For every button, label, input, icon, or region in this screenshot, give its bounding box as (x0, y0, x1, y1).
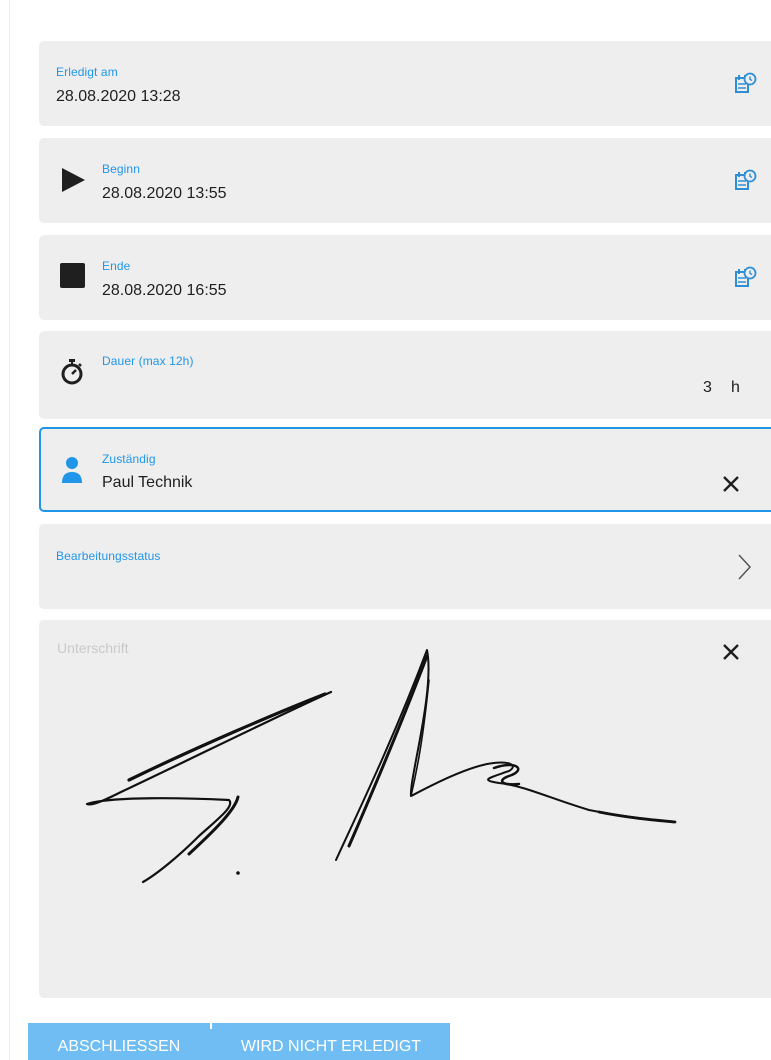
beginn-field[interactable]: Beginn 28.08.2020 13:55 (39, 138, 771, 223)
play-icon (61, 168, 85, 197)
beginn-label: Beginn (102, 162, 140, 176)
abschliessen-button[interactable]: ABSCHLIESSEN (28, 1023, 210, 1060)
bearbeitungsstatus-field[interactable]: Bearbeitungsstatus (39, 524, 771, 609)
zustaendig-value: Paul Technik (102, 474, 193, 491)
zustaendig-label: Zuständig (102, 452, 156, 466)
beginn-value: 28.08.2020 13:55 (102, 185, 227, 202)
wird-nicht-erledigt-button[interactable]: WIRD NICHT ERLEDIGT (212, 1023, 450, 1060)
ende-label: Ende (102, 259, 131, 273)
dauer-value[interactable]: 3 (703, 379, 712, 397)
signature-drawing (85, 649, 677, 884)
dauer-field[interactable]: Dauer (max 12h) 3 h (39, 331, 771, 419)
clear-zustaendig-button[interactable] (722, 475, 742, 495)
person-icon (61, 456, 83, 489)
calendar-clock-icon[interactable] (735, 72, 757, 94)
erledigt-am-label: Erledigt am (56, 65, 118, 79)
chevron-right-icon[interactable] (737, 554, 752, 580)
ende-field[interactable]: Ende 28.08.2020 16:55 (39, 235, 771, 320)
signature-pad[interactable]: Unterschrift (39, 620, 771, 998)
action-bar: ABSCHLIESSEN WIRD NICHT ERLEDIGT (28, 1023, 450, 1060)
zustaendig-field[interactable]: Zuständig Paul Technik (39, 427, 771, 512)
calendar-clock-icon[interactable] (735, 266, 757, 288)
erledigt-am-field[interactable]: Erledigt am 28.08.2020 13:28 (39, 41, 771, 126)
dauer-unit: h (731, 379, 740, 396)
stop-icon (60, 263, 85, 293)
erledigt-am-value: 28.08.2020 13:28 (56, 88, 181, 105)
bearbeitungsstatus-label: Bearbeitungsstatus (56, 549, 161, 563)
stopwatch-icon (60, 359, 84, 390)
calendar-clock-icon[interactable] (735, 169, 757, 191)
ende-value: 28.08.2020 16:55 (102, 282, 227, 299)
dauer-label: Dauer (max 12h) (102, 354, 194, 368)
left-divider (9, 0, 10, 1060)
